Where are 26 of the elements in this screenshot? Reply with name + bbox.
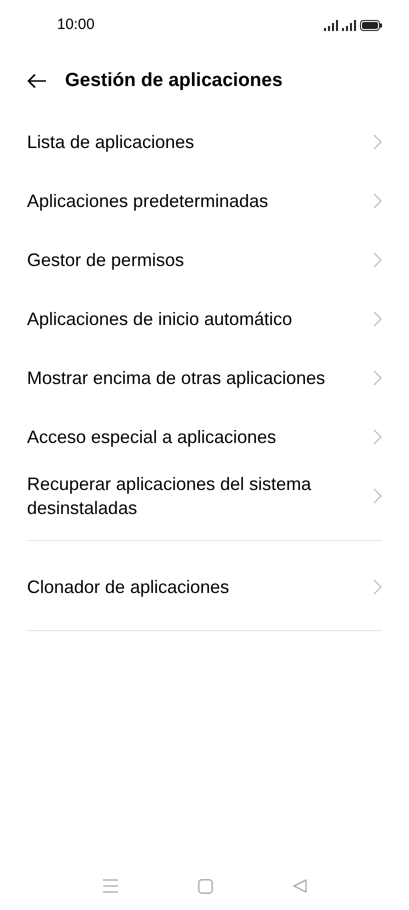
menu-item[interactable]: Acceso especial a aplicaciones — [27, 424, 316, 448]
signal-icon — [324, 20, 338, 30]
chevron-icon — [373, 428, 382, 444]
menu-item[interactable]: Recuperar aplicaciones del sistema desinstaladas — [27, 472, 373, 520]
chevron-icon — [373, 488, 382, 504]
signal-icon — [342, 20, 356, 30]
battery-icon — [360, 20, 382, 30]
chevron-icon — [373, 192, 382, 208]
chevron-icon — [373, 134, 382, 150]
status-time: 10:00 — [57, 14, 95, 35]
menu-item[interactable]: Lista de aplicaciones — [27, 130, 234, 154]
menu-item[interactable]: Aplicaciones predeterminadas — [27, 188, 308, 212]
home-icon[interactable] — [198, 878, 212, 894]
menu-item[interactable]: Mostrar encima de otras aplicaciones — [27, 366, 366, 390]
menu-item[interactable]: Gestor de permisos — [27, 248, 224, 272]
menu-item[interactable]: Clonador de aplicaciones — [27, 574, 270, 598]
menu-icon[interactable] — [102, 879, 118, 893]
menu-item[interactable]: Aplicaciones de inicio automático — [27, 306, 332, 330]
chevron-icon — [373, 578, 382, 594]
back-arrow-icon — [27, 73, 47, 89]
chevron-icon — [373, 252, 382, 268]
chevron-icon — [373, 310, 382, 326]
page-title: Gestión de aplicaciones — [65, 68, 283, 93]
chevron-icon — [373, 370, 382, 386]
back-icon[interactable] — [292, 879, 306, 893]
back-button[interactable] — [27, 73, 47, 89]
